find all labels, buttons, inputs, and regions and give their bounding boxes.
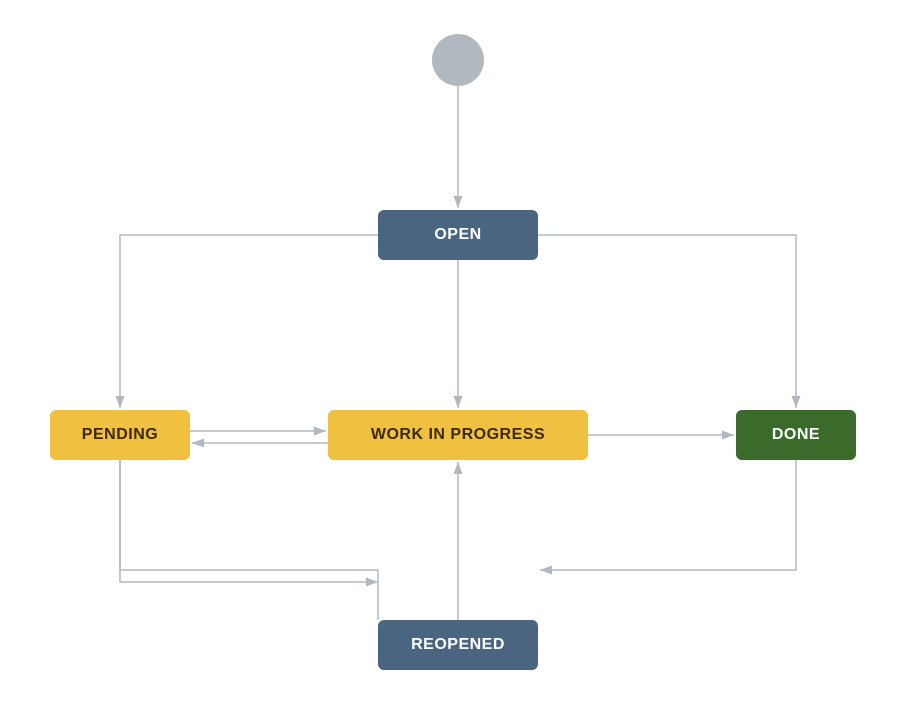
- state-wip: WORK IN PROGRESS: [328, 410, 588, 460]
- state-reopened: REOPENED: [378, 620, 538, 670]
- state-wip-label: WORK IN PROGRESS: [371, 426, 545, 444]
- state-done-label: DONE: [772, 426, 820, 444]
- state-open: OPEN: [378, 210, 538, 260]
- start-node: [432, 34, 484, 86]
- state-done: DONE: [736, 410, 856, 460]
- diagram-container: OPEN PENDING WORK IN PROGRESS DONE REOPE…: [0, 0, 916, 726]
- diagram-lines: [0, 0, 916, 726]
- state-open-label: OPEN: [434, 226, 481, 244]
- state-pending: PENDING: [50, 410, 190, 460]
- state-pending-label: PENDING: [82, 426, 158, 444]
- state-reopened-label: REOPENED: [411, 636, 505, 654]
